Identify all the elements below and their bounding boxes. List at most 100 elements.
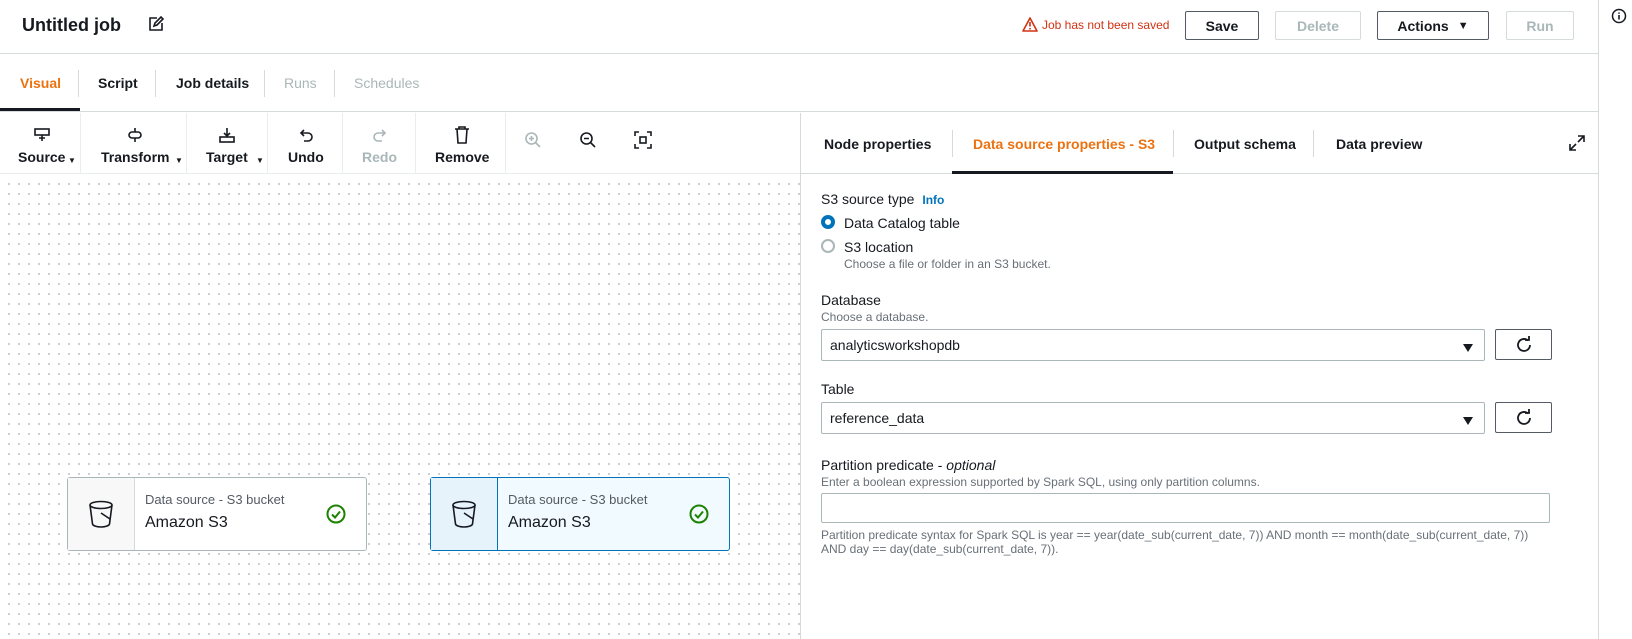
partition-predicate-hint: Partition predicate syntax for Spark SQL… <box>821 528 1529 556</box>
partition-predicate-label: Partition predicate - optional <box>821 457 995 473</box>
job-title: Untitled job <box>22 15 121 35</box>
edit-icon[interactable] <box>148 15 165 32</box>
run-button[interactable]: Run <box>1506 11 1574 40</box>
tab-visual[interactable]: Visual <box>20 54 61 112</box>
refresh-databases-button[interactable] <box>1495 329 1552 360</box>
job-canvas[interactable]: Data source - S3 bucket Amazon S3 Data s… <box>0 175 800 639</box>
tab-divider <box>264 70 265 97</box>
radio-data-catalog-table[interactable] <box>821 215 835 229</box>
save-button[interactable]: Save <box>1185 11 1259 40</box>
panel-tabs: Node properties Data source properties -… <box>801 113 1599 174</box>
delete-button[interactable]: Delete <box>1275 11 1361 40</box>
tab-divider <box>952 130 953 157</box>
zoom-in-icon[interactable] <box>524 131 542 154</box>
source-icon <box>33 125 51 145</box>
node-name: Amazon S3 <box>145 514 228 531</box>
node-details-panel: Node properties Data source properties -… <box>800 113 1599 639</box>
node-icon-box <box>68 478 135 550</box>
caret-down-icon: ▼ <box>175 156 183 165</box>
node-name: Amazon S3 <box>508 514 591 531</box>
transform-icon <box>126 125 144 145</box>
canvas-toolbar: Source ▼ Transform ▼ Target ▼ Undo Redo … <box>0 113 800 174</box>
info-link[interactable]: Info <box>922 193 944 207</box>
trash-icon <box>454 125 470 145</box>
bucket-icon <box>452 500 476 528</box>
database-select[interactable]: analyticsworkshopdb <box>821 329 1485 361</box>
node-s3-source-2[interactable]: Data source - S3 bucket Amazon S3 <box>430 477 730 551</box>
partition-predicate-description: Enter a boolean expression supported by … <box>821 475 1260 489</box>
active-tab-indicator <box>952 171 1173 174</box>
right-divider <box>1598 0 1599 639</box>
refresh-icon <box>1516 335 1531 352</box>
source-label: Source <box>18 149 66 165</box>
toolbar-divider <box>415 113 416 174</box>
target-label: Target <box>206 149 248 165</box>
transform-button[interactable]: Transform <box>101 125 169 165</box>
caret-down-icon: ▼ <box>256 156 264 165</box>
job-tabs: Visual Script Job details Runs Schedules <box>0 54 1598 112</box>
radio-data-catalog-label: Data Catalog table <box>844 215 960 231</box>
actions-label: Actions <box>1397 17 1449 34</box>
caret-down-icon: ▼ <box>1457 19 1469 32</box>
node-s3-source-1[interactable]: Data source - S3 bucket Amazon S3 <box>67 477 367 551</box>
warning-icon <box>1022 17 1038 32</box>
redo-button[interactable]: Redo <box>362 125 397 165</box>
remove-label: Remove <box>435 149 490 165</box>
zoom-out-icon[interactable] <box>579 131 597 154</box>
database-label: Database <box>821 292 881 308</box>
tab-data-preview[interactable]: Data preview <box>1336 113 1422 174</box>
table-select-value: reference_data <box>830 410 925 426</box>
fit-to-screen-icon[interactable] <box>634 131 652 154</box>
partition-predicate-input[interactable] <box>821 493 1550 523</box>
tab-divider <box>1313 130 1314 157</box>
target-icon <box>218 125 236 145</box>
s3-location-description: Choose a file or folder in an S3 bucket. <box>844 257 1051 271</box>
tab-output-schema[interactable]: Output schema <box>1194 113 1296 174</box>
transform-label: Transform <box>101 149 170 165</box>
tab-divider <box>155 70 156 97</box>
refresh-icon <box>1516 408 1531 425</box>
unsaved-warning-text: Job has not been saved <box>1042 17 1170 32</box>
tab-divider <box>334 70 335 97</box>
remove-button[interactable]: Remove <box>435 125 489 165</box>
partition-predicate-text: Partition predicate - <box>821 457 947 473</box>
undo-button[interactable]: Undo <box>288 125 324 165</box>
tab-data-source-properties[interactable]: Data source properties - S3 <box>973 113 1155 174</box>
optional-text: optional <box>946 457 996 473</box>
tab-runs[interactable]: Runs <box>284 54 317 112</box>
caret-down-icon <box>1462 340 1474 356</box>
table-label: Table <box>821 381 855 397</box>
s3-source-type-label: S3 source type Info <box>821 191 944 207</box>
toolbar-divider <box>186 113 187 174</box>
database-select-value: analyticsworkshopdb <box>830 337 960 353</box>
job-header: Untitled job Job has not been saved Save… <box>0 0 1598 54</box>
table-select[interactable]: reference_data <box>821 402 1485 434</box>
expand-icon[interactable] <box>1569 135 1585 156</box>
source-button[interactable]: Source <box>18 125 65 165</box>
tab-schedules[interactable]: Schedules <box>354 54 419 112</box>
undo-icon <box>298 125 314 145</box>
tab-divider <box>1173 130 1174 157</box>
active-tab-indicator <box>0 108 80 111</box>
target-button[interactable]: Target <box>206 125 248 165</box>
node-type: Data source - S3 bucket <box>508 492 648 507</box>
caret-down-icon <box>1462 413 1474 429</box>
undo-label: Undo <box>288 149 324 165</box>
tab-divider <box>78 70 79 97</box>
redo-icon <box>372 125 388 145</box>
database-description: Choose a database. <box>821 310 929 324</box>
actions-button[interactable]: Actions ▼ <box>1377 11 1489 40</box>
tab-node-properties[interactable]: Node properties <box>824 113 931 174</box>
s3-source-type-text: S3 source type <box>821 191 915 207</box>
tab-script[interactable]: Script <box>98 54 138 112</box>
check-circle-icon <box>326 504 346 529</box>
refresh-tables-button[interactable] <box>1495 402 1552 433</box>
radio-s3-location[interactable] <box>821 239 835 253</box>
tab-job-details[interactable]: Job details <box>176 54 249 112</box>
node-type: Data source - S3 bucket <box>145 492 285 507</box>
caret-down-icon: ▼ <box>68 156 76 165</box>
info-icon[interactable] <box>1611 8 1627 24</box>
bucket-icon <box>89 500 113 528</box>
unsaved-warning: Job has not been saved <box>1022 17 1169 32</box>
node-icon-box <box>431 478 498 550</box>
